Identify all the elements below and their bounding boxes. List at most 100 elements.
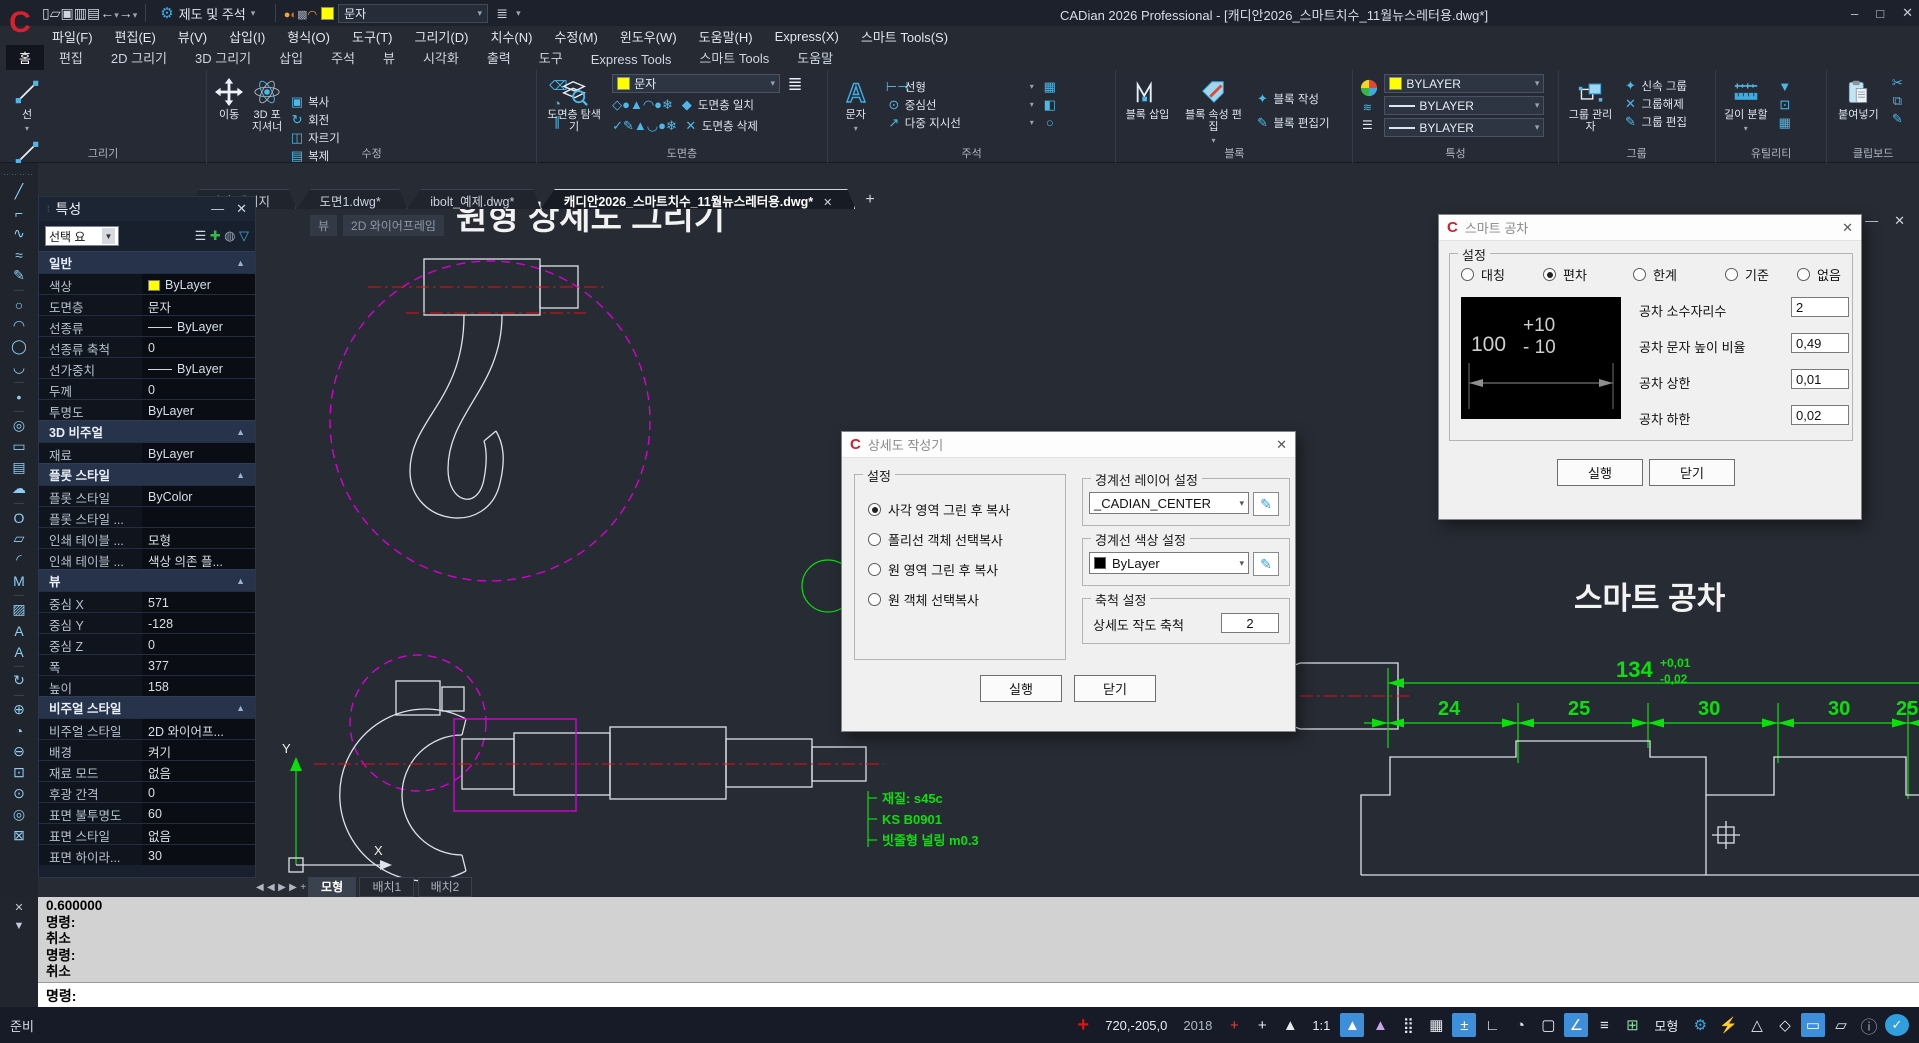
mtext-tool-icon[interactable]: A [6, 641, 32, 662]
annotation-tool[interactable]: ⊙중심선▾ [886, 96, 1034, 114]
copy-to-layer-icon[interactable]: ⊞ [1620, 1013, 1644, 1037]
zoom-center-icon[interactable]: ◎ [6, 804, 32, 825]
layer-off-icon[interactable]: ● [622, 97, 630, 112]
ribbon-tab[interactable]: 2D 그리기 [98, 45, 180, 70]
annotation-tool[interactable]: ⊢⊣선형▾ [886, 78, 1034, 96]
panel-close-icon[interactable]: ✕ [236, 201, 247, 217]
revcloud-annot-button[interactable]: ○ [1042, 114, 1058, 132]
property-row[interactable]: 비주얼 스타일 2D 와이어프... [39, 718, 255, 739]
zoom-realtime-icon[interactable]: ◔ [6, 720, 32, 741]
property-row[interactable]: 후광 간격 0 [39, 781, 255, 802]
ribbon-layer-combo[interactable]: 문자 ▾ [612, 74, 780, 93]
zoom-extents-icon[interactable]: ⊠ [6, 825, 32, 846]
group-tool[interactable]: ✕그룹해제 [1623, 95, 1688, 113]
calculator-button[interactable]: ▦ [1777, 114, 1793, 132]
visual-style-control[interactable]: 2D 와이어프레임 [343, 215, 444, 236]
info-icon[interactable]: ⓘ [1857, 1013, 1881, 1037]
pan-tool-icon[interactable]: ⊕ [6, 699, 32, 720]
arc-tool-icon[interactable]: ◠ [6, 315, 32, 336]
property-row[interactable]: 중심 Z 0 [39, 633, 255, 654]
table-tool-icon[interactable]: ▤ [6, 457, 32, 478]
annotation-visibility-icon[interactable]: ▲ [1340, 1013, 1364, 1037]
app-logo-icon[interactable]: C [2, 1, 38, 45]
zoom-window-icon[interactable]: ⊡ [6, 762, 32, 783]
quick-properties-icon[interactable]: ⚡ [1716, 1013, 1741, 1037]
dialog-close-icon[interactable]: ✕ [1842, 220, 1853, 236]
tab-add-button[interactable]: + [300, 882, 306, 893]
menu-item[interactable]: 삽입(I) [219, 26, 275, 47]
pick-color-brush-icon[interactable]: ✎ [1253, 552, 1279, 576]
ribbon-tab[interactable]: 시각화 [410, 45, 472, 70]
auto-annotation-icon[interactable]: ▲ [1368, 1013, 1392, 1037]
annotation-tool[interactable]: ↗다중 지시선▾ [886, 114, 1034, 132]
menu-item[interactable]: 수정(M) [544, 26, 607, 47]
toggle-value-icon[interactable]: ▽ [239, 228, 249, 243]
panel-minimize-icon[interactable]: — [211, 201, 224, 217]
zoom-dynamic-icon[interactable]: ⊙ [6, 783, 32, 804]
file-tab[interactable]: 도면1.dwg* [296, 189, 407, 209]
positioner-3d-button[interactable]: 3D 포지셔너 [251, 74, 283, 133]
divider[interactable]: — [6, 662, 32, 670]
file-tab[interactable]: ibolt_예제.dwg* [407, 189, 541, 209]
redo-dropdown-icon[interactable]: ▾ [133, 10, 138, 20]
modify-tool[interactable]: ↻회전 [289, 111, 375, 129]
updates-check-icon[interactable]: ✓ [1885, 1014, 1909, 1036]
property-row[interactable]: 중심 X 571 [39, 591, 255, 612]
tolerance-mode-radio[interactable]: 한계 [1633, 265, 1677, 284]
dialog-close-icon[interactable]: ✕ [1276, 437, 1287, 453]
dialog-titlebar[interactable]: C 스마트 공차 ✕ [1439, 215, 1861, 241]
boundary-layer-combo[interactable]: _CADIAN_CENTER▾ [1089, 492, 1249, 514]
linetype-icon[interactable]: ☰ [1359, 118, 1375, 132]
dialog-titlebar[interactable]: C 상세도 작성기 ✕ [842, 432, 1295, 458]
layer-explorer-button[interactable]: 도면층 탐색기 [543, 74, 605, 135]
lineweight-icon[interactable]: ≋ [1359, 101, 1375, 114]
file-tab[interactable]: 캐디안2026_스마트치수_11월뉴스레터용.dwg*✕ [541, 189, 855, 209]
layout-tab[interactable]: 배치2 [418, 877, 473, 897]
redo-icon[interactable]: → [119, 5, 133, 21]
menu-item[interactable]: 스마트 Tools(S) [851, 26, 958, 47]
new-file-icon[interactable]: ▯ [42, 5, 50, 21]
fillet-tool-icon[interactable]: ◜ [6, 549, 32, 570]
quick-select-button[interactable]: ▼ [1777, 78, 1793, 96]
undo-icon[interactable]: ← [100, 5, 114, 21]
layer-check-icon[interactable]: ✓ [612, 118, 623, 133]
toolbar-grip[interactable]: ‥‥‥‥ [3, 167, 35, 178]
property-row[interactable]: 색상 ByLayer [39, 273, 255, 294]
donut-tool-icon[interactable]: ◎ [6, 415, 32, 436]
crosshair-toggle-icon[interactable]: + [1250, 1013, 1274, 1037]
property-row[interactable]: 높이 158 [39, 675, 255, 696]
property-row[interactable]: 인쇄 테이블 ... 색상 의존 플... [39, 548, 255, 569]
modify-tool[interactable]: ◫자르기 [289, 129, 375, 147]
color-wheel-icon[interactable] [1359, 79, 1379, 97]
ribbon-tab[interactable]: 스마트 Tools [686, 45, 782, 70]
group-manager-button[interactable]: 그룹 관리자 [1565, 74, 1617, 133]
snap-grid-dots-icon[interactable]: ⣿ [1396, 1013, 1420, 1037]
drawing-standard-label[interactable]: 2018 [1177, 1013, 1218, 1037]
xline-tool-icon[interactable]: ∿ [6, 223, 32, 244]
settings-gear-icon[interactable]: ⚙ [1688, 1013, 1712, 1037]
lineweight-display-icon[interactable]: ≡ [1592, 1013, 1616, 1037]
ellipse-arc-tool-icon[interactable]: ◡ [6, 357, 32, 378]
group-label[interactable]: 블록 [1116, 145, 1352, 161]
copy-mode-radio[interactable]: 폴리선 객체 선택복사 [868, 530, 1003, 549]
group-label[interactable]: 주석 [828, 145, 1116, 161]
layout-tab[interactable]: 배치1 [359, 877, 414, 897]
snap-tracking-icon[interactable]: + [1222, 1013, 1246, 1037]
property-row[interactable]: 플롯 스타일 ... [39, 506, 255, 527]
group-label[interactable]: 수정 [207, 145, 536, 161]
annotation-scale-icon[interactable]: ▲ [1278, 1013, 1302, 1037]
workspace-switcher[interactable]: ⚙ 제도 및 주석 ▾ [154, 4, 266, 23]
menu-item[interactable]: 뷰(V) [168, 26, 217, 47]
copy-mode-radio[interactable]: 원 객체 선택복사 [868, 590, 979, 609]
property-row[interactable]: 인쇄 테이블 ... 모형 [39, 527, 255, 548]
divider[interactable]: — [6, 407, 32, 415]
current-layer-color-swatch[interactable] [321, 7, 334, 20]
menu-item[interactable]: 치수(N) [480, 26, 542, 47]
text-tool-icon[interactable]: A [6, 620, 32, 641]
length-divide-button[interactable]: 길이 분할▾ [1722, 74, 1770, 135]
property-row[interactable]: 플롯 스타일 ByColor [39, 485, 255, 506]
selection-cycling-icon[interactable]: △ [1745, 1013, 1769, 1037]
close-dialog-button[interactable]: 닫기 [1649, 459, 1735, 486]
group-label[interactable]: 도면층 [537, 145, 827, 161]
region-tool-icon[interactable]: O [6, 507, 32, 528]
